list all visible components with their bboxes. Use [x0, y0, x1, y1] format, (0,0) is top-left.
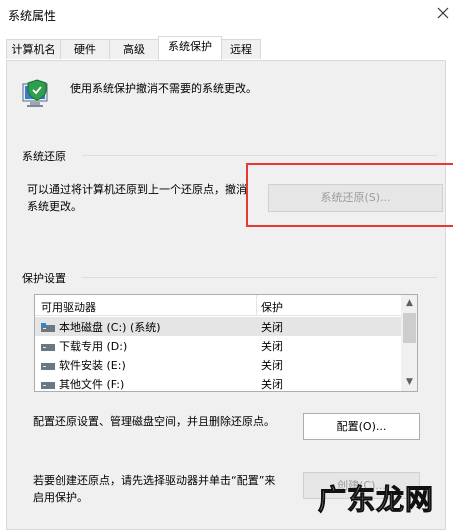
title-bar: 系统属性: [0, 0, 453, 30]
protection-settings-group-title: 保护设置: [22, 272, 66, 285]
drive-icon: [41, 360, 55, 370]
drive-row[interactable]: 本地磁盘 (C:) (系统) 关闭: [35, 317, 401, 336]
restore-desc-line2: 系统更改。: [27, 200, 82, 213]
create-desc-line1: 若要创建还原点，请先选择驱动器并单击“配置”来: [33, 474, 276, 487]
scroll-thumb[interactable]: [403, 313, 416, 343]
system-protection-icon: [22, 78, 50, 108]
restore-desc-line1: 可以通过将计算机还原到上一个还原点，撤消: [27, 183, 247, 196]
drive-list[interactable]: 可用驱动器 保护 本地磁盘 (C:) (系统) 关闭 下载专用 (D:) 关闭 …: [34, 294, 418, 392]
drive-name: 本地磁盘 (C:) (系统): [59, 321, 161, 334]
system-drive-icon: [41, 322, 55, 332]
tab-hardware[interactable]: 硬件: [60, 39, 110, 59]
drive-name: 软件安装 (E:): [59, 359, 126, 372]
divider: [82, 155, 437, 156]
header-description: 使用系统保护撤消不需要的系统更改。: [70, 82, 257, 95]
system-restore-button[interactable]: 系统还原(S)...: [268, 184, 443, 212]
system-restore-group-title: 系统还原: [22, 150, 66, 163]
tab-computer-name[interactable]: 计算机名: [6, 39, 61, 59]
scroll-up-icon[interactable]: ▲: [401, 295, 417, 312]
drive-name: 下载专用 (D:): [59, 340, 128, 353]
column-separator: [256, 295, 257, 315]
drive-protection-status: 关闭: [261, 359, 283, 372]
scroll-down-icon[interactable]: ▼: [401, 374, 417, 391]
drive-row[interactable]: 其他文件 (F:) 关闭: [35, 374, 401, 391]
watermark-text: 广东龙网: [317, 483, 435, 517]
drive-row[interactable]: 软件安装 (E:) 关闭: [35, 355, 401, 374]
drive-name: 其他文件 (F:): [59, 378, 125, 391]
column-header-protection[interactable]: 保护: [261, 299, 283, 315]
vertical-scrollbar[interactable]: ▲ ▼: [401, 295, 417, 391]
tab-system-protection[interactable]: 系统保护: [158, 36, 222, 60]
close-icon[interactable]: [434, 4, 452, 22]
drive-protection-status: 关闭: [261, 340, 283, 353]
drive-icon: [41, 379, 55, 389]
divider: [82, 277, 437, 278]
configure-button[interactable]: 配置(O)...: [303, 413, 420, 440]
drive-icon: [41, 341, 55, 351]
drive-protection-status: 关闭: [261, 321, 283, 334]
tab-remote[interactable]: 远程: [221, 39, 261, 59]
tab-strip: 计算机名 硬件 高级 系统保护 远程: [6, 36, 446, 60]
window-title: 系统属性: [8, 9, 57, 23]
create-desc-line2: 启用保护。: [33, 491, 88, 504]
configure-description: 配置还原设置、管理磁盘空间，并且删除还原点。: [33, 415, 275, 428]
drive-protection-status: 关闭: [261, 378, 283, 391]
column-header-drives[interactable]: 可用驱动器: [41, 299, 96, 315]
list-header: 可用驱动器 保护: [35, 295, 401, 316]
drive-row[interactable]: 下载专用 (D:) 关闭: [35, 336, 401, 355]
tab-advanced[interactable]: 高级: [109, 39, 159, 59]
